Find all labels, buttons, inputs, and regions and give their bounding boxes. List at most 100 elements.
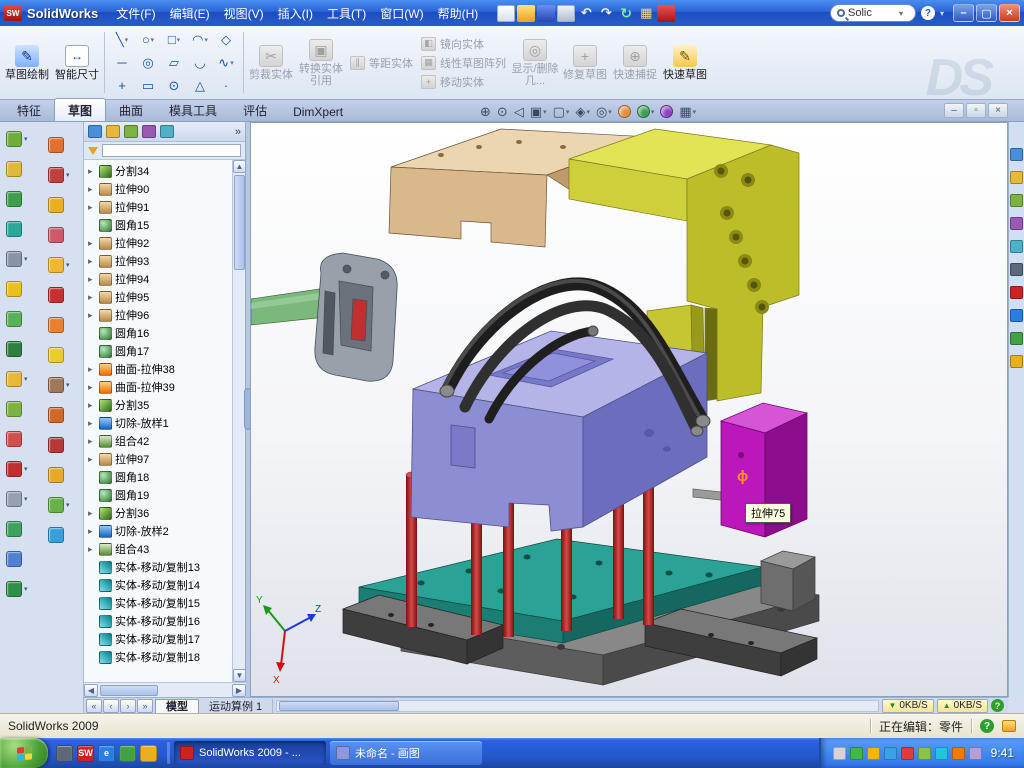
quick-launch-icon[interactable]: e [98, 745, 115, 762]
tool-button[interactable]: ▾ [48, 286, 70, 303]
menu-item[interactable]: 帮助(H) [431, 2, 486, 25]
sketch-tool-button[interactable]: ⊙▾ [161, 74, 187, 97]
feature-tree-item[interactable]: ▸ 曲面-拉伸39 [84, 378, 232, 396]
tool-button[interactable]: ▾ [6, 130, 28, 147]
chevron-down-icon[interactable]: ▾ [24, 465, 28, 473]
menu-item[interactable]: 窗口(W) [373, 2, 430, 25]
tab-nav-button[interactable]: « [86, 699, 102, 713]
expand-arrow-icon[interactable]: ▸ [88, 526, 96, 537]
chevron-down-icon[interactable]: ▾ [177, 36, 181, 44]
tool-button[interactable]: ▾ [48, 196, 70, 213]
chevron-down-icon[interactable]: ▾ [651, 108, 655, 116]
quick-launch-icon[interactable] [140, 745, 157, 762]
chevron-down-icon[interactable]: ▾ [24, 585, 28, 593]
feature-tree-item[interactable]: ▸ 拉伸95 [84, 288, 232, 306]
tool-button[interactable]: ▾ [6, 340, 28, 357]
filter-input[interactable] [102, 144, 241, 157]
feature-tree-item[interactable]: ▸ 拉伸94 [84, 270, 232, 288]
task-pane-tab-icon[interactable] [1010, 286, 1023, 299]
help-bubble-icon[interactable]: ? [991, 699, 1004, 712]
feature-tree-item[interactable]: ▸ 拉伸92 [84, 234, 232, 252]
sketch-tool-button[interactable]: ◠▾ [187, 28, 213, 51]
view-tool-button[interactable]: ◎ ▾ [594, 103, 614, 120]
panel-tab-icon[interactable] [88, 125, 102, 138]
tool-button[interactable]: ▾ [48, 316, 70, 333]
expand-arrow-icon[interactable]: ▸ [88, 292, 96, 303]
chevron-down-icon[interactable]: ▾ [204, 36, 208, 44]
filter-funnel-icon[interactable] [88, 147, 98, 155]
expand-arrow-icon[interactable]: ▸ [88, 436, 96, 447]
feature-tree-item[interactable]: ▸ 圆角17 [84, 342, 232, 360]
chevron-down-icon[interactable]: ▾ [24, 375, 28, 383]
panel-tab-icon[interactable] [142, 125, 156, 138]
scroll-right-button[interactable]: ▶ [232, 684, 246, 697]
tool-button[interactable]: ▾ [6, 520, 28, 537]
tool-button[interactable]: ▾ [6, 430, 28, 447]
tool-button[interactable]: ▾ [6, 460, 28, 477]
trim-entities-button[interactable]: ✂ 剪裁实体 [246, 28, 296, 97]
feature-tree-item[interactable]: ▸ 组合43 [84, 540, 232, 558]
scrollbar-thumb[interactable] [100, 685, 158, 696]
search-box[interactable]: ▾ [830, 4, 916, 22]
task-pane-tab-icon[interactable] [1010, 240, 1023, 253]
command-tab[interactable]: 特征 [4, 99, 54, 121]
tool-button[interactable]: ▾ [48, 226, 70, 243]
chevron-down-icon[interactable]: ▾ [24, 255, 28, 263]
tool-button[interactable]: ▾ [48, 136, 70, 153]
view-tab[interactable]: 模型 [155, 699, 199, 713]
expand-arrow-icon[interactable]: ▸ [88, 544, 96, 555]
window-button[interactable]: × [999, 4, 1020, 22]
tool-button[interactable]: ▾ [48, 496, 70, 513]
tool-button[interactable]: ▾ [48, 466, 70, 483]
menu-item[interactable]: 视图(V) [217, 2, 271, 25]
tool-button[interactable]: ▾ [48, 376, 70, 393]
expand-arrow-icon[interactable]: ▸ [88, 166, 96, 177]
help-icon[interactable]: ? [921, 6, 935, 20]
view-tool-button[interactable]: ▣ ▾ [528, 103, 549, 120]
sketch-tool-button[interactable]: +▾ [109, 74, 135, 97]
tab-nav-button[interactable]: » [137, 699, 153, 713]
command-tab[interactable]: 模具工具 [156, 99, 230, 121]
menu-item[interactable]: 编辑(E) [163, 2, 217, 25]
feature-tree-item[interactable]: ▸ 分割34 [84, 162, 232, 180]
sketch-pattern-button[interactable]: ▦ 线性草图阵列 [421, 55, 506, 71]
feature-tree-item[interactable]: ▸ 分割35 [84, 396, 232, 414]
chevron-down-icon[interactable]: ▾ [24, 495, 28, 503]
tool-button[interactable]: ▾ [48, 436, 70, 453]
tool-button[interactable]: ▾ [48, 346, 70, 363]
expand-arrow-icon[interactable]: ▸ [88, 508, 96, 519]
tray-icon[interactable] [833, 747, 846, 760]
view-tool-button[interactable]: ▾ [616, 103, 633, 120]
feature-tree-item[interactable]: ▸ 实体-移动/复制15 [84, 594, 232, 612]
toolbar-icon[interactable] [517, 5, 535, 22]
quick-snaps-button[interactable]: ⊕ 快速捕捉 [610, 28, 660, 97]
sketch-tool-button[interactable]: ▭▾ [135, 74, 161, 97]
view-tool-button[interactable]: ▾ [635, 103, 657, 120]
task-pane-tab-icon[interactable] [1010, 263, 1023, 276]
offset-entities-button[interactable]: ∥ 等距实体 [350, 55, 413, 71]
chevron-down-icon[interactable]: ▾ [608, 108, 612, 116]
feature-tree-item[interactable]: ▸ 实体-移动/复制13 [84, 558, 232, 576]
window-button[interactable]: – [953, 4, 974, 22]
sketch-tool-button[interactable]: ∿▾ [213, 51, 239, 74]
feature-tree-item[interactable]: ▸ 曲面-拉伸38 [84, 360, 232, 378]
tool-button[interactable]: ▾ [6, 220, 28, 237]
sketch-tool-button[interactable]: ·▾ [213, 74, 239, 97]
task-pane-tab-icon[interactable] [1010, 355, 1023, 368]
tool-button[interactable]: ▾ [6, 490, 28, 507]
display-delete-relations-button[interactable]: ◎ 显示/删除几... [510, 28, 560, 97]
feature-tree-item[interactable]: ▸ 切除-放样1 [84, 414, 232, 432]
feature-tree-item[interactable]: ▸ 实体-移动/复制16 [84, 612, 232, 630]
expand-arrow-icon[interactable]: ▸ [88, 382, 96, 393]
tray-icon[interactable] [901, 747, 914, 760]
tray-icon[interactable] [952, 747, 965, 760]
tool-button[interactable]: ▾ [6, 160, 28, 177]
menu-item[interactable]: 插入(I) [271, 2, 320, 25]
toolbar-icon[interactable] [557, 5, 575, 22]
command-tab[interactable]: DimXpert [280, 102, 356, 121]
chevron-down-icon[interactable]: ▾ [940, 9, 944, 18]
feature-tree-item[interactable]: ▸ 拉伸96 [84, 306, 232, 324]
chevron-down-icon[interactable]: ▾ [543, 108, 547, 116]
sketch-tool-button[interactable]: ▱▾ [161, 51, 187, 74]
chevron-down-icon[interactable]: ▾ [566, 108, 570, 116]
